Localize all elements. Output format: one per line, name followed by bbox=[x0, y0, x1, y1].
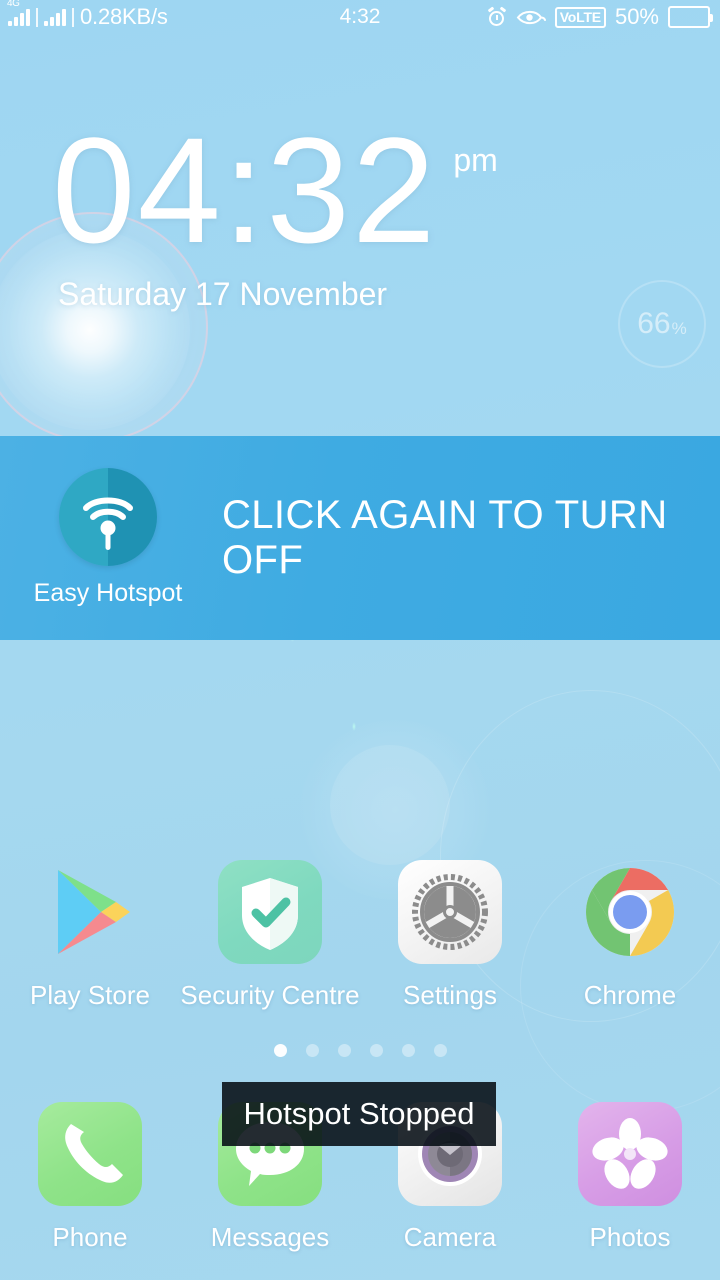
app-label: Messages bbox=[210, 1222, 330, 1252]
app-photos[interactable]: Photos bbox=[540, 1102, 720, 1253]
app-grid: Play Store Security Centre Settings Chro… bbox=[0, 860, 720, 1011]
page-dot[interactable] bbox=[273, 1044, 287, 1057]
app-label: Photos bbox=[589, 1222, 671, 1252]
page-dot[interactable] bbox=[337, 1044, 351, 1057]
battery-icon bbox=[668, 6, 713, 28]
gear-icon bbox=[398, 860, 502, 964]
app-label: Camera bbox=[403, 1222, 497, 1252]
app-chrome[interactable]: Chrome bbox=[540, 860, 720, 1011]
clock-time-row: 04:32 pm bbox=[0, 106, 720, 274]
page-indicator[interactable] bbox=[0, 1044, 720, 1057]
hotspot-icon-group[interactable]: Easy Hotspot bbox=[0, 468, 216, 608]
clock-date: Saturday 17 November bbox=[58, 276, 388, 312]
humidity-unit: % bbox=[671, 318, 687, 338]
alarm-icon bbox=[487, 5, 507, 27]
app-settings[interactable]: Settings bbox=[360, 860, 540, 1011]
clock-time: 04:32 bbox=[52, 106, 438, 274]
clock-ampm: pm bbox=[453, 142, 498, 178]
app-phone[interactable]: Phone bbox=[0, 1102, 180, 1253]
wallpaper-sparkle bbox=[352, 722, 356, 731]
status-bar: 4G 0.28KB/s 4:32 VoLTE 50% bbox=[0, 0, 720, 34]
home-screen: 4G 0.28KB/s 4:32 VoLTE 50% 04:32 pm Satu… bbox=[0, 0, 720, 1280]
toast-notification: Hotspot Stopped bbox=[222, 1082, 496, 1146]
app-label: Settings bbox=[403, 980, 497, 1010]
app-label: Chrome bbox=[583, 980, 677, 1010]
page-dot[interactable] bbox=[305, 1044, 319, 1057]
play-store-icon bbox=[38, 860, 142, 964]
status-bar-clock: 4:32 bbox=[339, 5, 381, 28]
hotspot-app-label: Easy Hotspot bbox=[33, 579, 183, 607]
chrome-icon bbox=[578, 860, 682, 964]
app-label: Security Centre bbox=[180, 980, 360, 1010]
security-shield-icon bbox=[218, 860, 322, 964]
page-dot[interactable] bbox=[433, 1044, 447, 1057]
app-label: Phone bbox=[52, 1222, 128, 1252]
app-security-centre[interactable]: Security Centre bbox=[180, 860, 360, 1011]
toast-message: Hotspot Stopped bbox=[243, 1096, 475, 1131]
flower-photos-icon bbox=[578, 1102, 682, 1206]
humidity-value: 66 bbox=[637, 307, 671, 340]
phone-handset-icon bbox=[38, 1102, 142, 1206]
app-play-store[interactable]: Play Store bbox=[0, 860, 180, 1011]
humidity-indicator: 66 % bbox=[618, 280, 706, 368]
easy-hotspot-widget[interactable]: Easy Hotspot CLICK AGAIN TO TURN OFF bbox=[0, 436, 720, 640]
hotspot-status-message: CLICK AGAIN TO TURN OFF bbox=[222, 493, 668, 582]
page-dot[interactable] bbox=[401, 1044, 415, 1057]
app-label: Play Store bbox=[30, 980, 150, 1010]
hotspot-wifi-icon[interactable] bbox=[59, 468, 157, 566]
clock-widget[interactable]: 04:32 pm Saturday 17 November 66 % bbox=[0, 106, 720, 368]
wallpaper-bubble bbox=[330, 745, 450, 865]
page-dot[interactable] bbox=[369, 1044, 383, 1057]
